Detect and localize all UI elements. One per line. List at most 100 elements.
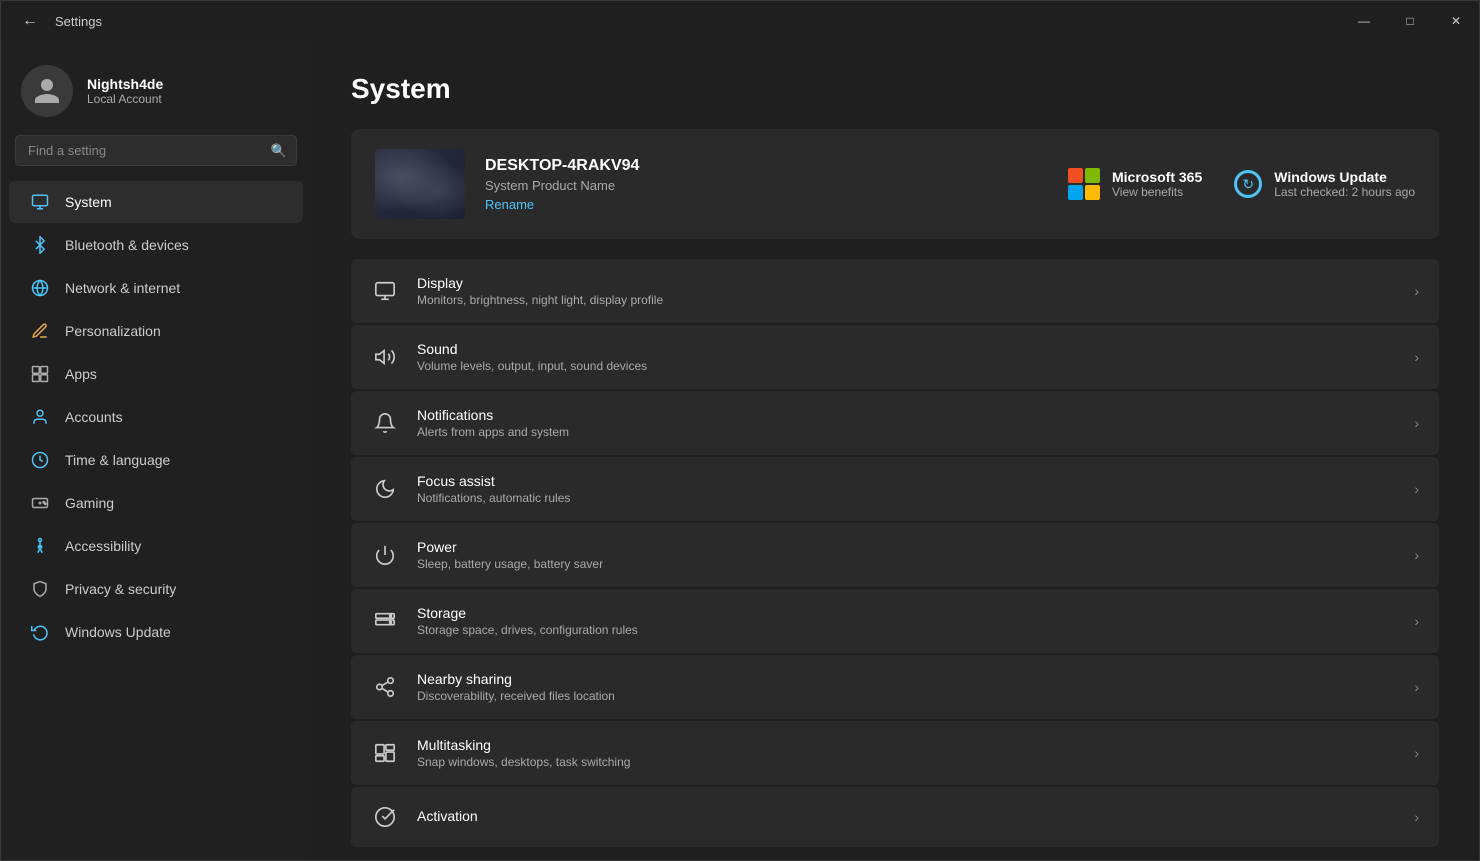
settings-item-activation[interactable]: Activation ›: [351, 787, 1439, 847]
user-name: Nightsh4de: [87, 76, 163, 92]
settings-window: ← Settings — □ ✕ Nightsh4de Local Accoun…: [0, 0, 1480, 861]
nearbysharing-icon: [371, 673, 399, 701]
windowsupdate-action-subtitle: Last checked: 2 hours ago: [1274, 185, 1415, 199]
apps-icon: [29, 363, 51, 385]
sidebar-item-windowsupdate-label: Windows Update: [65, 624, 171, 640]
power-chevron-icon: ›: [1414, 547, 1419, 563]
close-button[interactable]: ✕: [1433, 1, 1479, 41]
activation-title: Activation: [417, 808, 1396, 824]
system-icon: [29, 191, 51, 213]
settings-item-storage[interactable]: Storage Storage space, drives, configura…: [351, 589, 1439, 653]
activation-icon: [371, 803, 399, 831]
user-subtitle: Local Account: [87, 92, 163, 106]
sidebar-item-system[interactable]: System: [9, 181, 303, 223]
settings-item-display[interactable]: Display Monitors, brightness, night ligh…: [351, 259, 1439, 323]
notifications-title: Notifications: [417, 407, 1396, 423]
bluetooth-icon: [29, 234, 51, 256]
settings-item-power[interactable]: Power Sleep, battery usage, battery save…: [351, 523, 1439, 587]
sidebar-item-bluetooth-label: Bluetooth & devices: [65, 237, 189, 253]
focusassist-chevron-icon: ›: [1414, 481, 1419, 497]
network-icon: [29, 277, 51, 299]
settings-item-focusassist[interactable]: Focus assist Notifications, automatic ru…: [351, 457, 1439, 521]
main-content: System DESKTOP-4RAKV94 System Product Na…: [311, 41, 1479, 860]
window-title: Settings: [55, 14, 102, 29]
settings-item-notifications[interactable]: Notifications Alerts from apps and syste…: [351, 391, 1439, 455]
page-title: System: [351, 73, 1439, 105]
sound-desc: Volume levels, output, input, sound devi…: [417, 359, 1396, 373]
display-title: Display: [417, 275, 1396, 291]
display-chevron-icon: ›: [1414, 283, 1419, 299]
settings-item-multitasking[interactable]: Multitasking Snap windows, desktops, tas…: [351, 721, 1439, 785]
device-subtitle: System Product Name: [485, 178, 1048, 193]
device-info: DESKTOP-4RAKV94 System Product Name Rena…: [485, 157, 1048, 212]
multitasking-icon: [371, 739, 399, 767]
minimize-button[interactable]: —: [1341, 1, 1387, 41]
sidebar-item-personalization[interactable]: Personalization: [9, 310, 303, 352]
storage-title: Storage: [417, 605, 1396, 621]
display-text: Display Monitors, brightness, night ligh…: [417, 275, 1396, 307]
focusassist-desc: Notifications, automatic rules: [417, 491, 1396, 505]
personalization-icon: [29, 320, 51, 342]
storage-chevron-icon: ›: [1414, 613, 1419, 629]
sidebar-item-privacy[interactable]: Privacy & security: [9, 568, 303, 610]
user-info: Nightsh4de Local Account: [87, 76, 163, 106]
device-name: DESKTOP-4RAKV94: [485, 157, 1048, 175]
focusassist-icon: [371, 475, 399, 503]
sound-text: Sound Volume levels, output, input, soun…: [417, 341, 1396, 373]
sidebar-item-network[interactable]: Network & internet: [9, 267, 303, 309]
sound-chevron-icon: ›: [1414, 349, 1419, 365]
search-box: 🔍: [15, 135, 297, 166]
microsoft365-action[interactable]: Microsoft 365 View benefits: [1068, 168, 1202, 200]
search-icon: 🔍: [271, 143, 287, 159]
multitasking-desc: Snap windows, desktops, task switching: [417, 755, 1396, 769]
sound-icon: [371, 343, 399, 371]
gaming-icon: [29, 492, 51, 514]
windowsupdate-action-title: Windows Update: [1274, 169, 1415, 185]
sidebar-item-bluetooth[interactable]: Bluetooth & devices: [9, 224, 303, 266]
sidebar-item-accounts-label: Accounts: [65, 409, 123, 425]
multitasking-title: Multitasking: [417, 737, 1396, 753]
titlebar-left: ← Settings: [15, 1, 102, 41]
maximize-button[interactable]: □: [1387, 1, 1433, 41]
sidebar-item-accounts[interactable]: Accounts: [9, 396, 303, 438]
power-desc: Sleep, battery usage, battery saver: [417, 557, 1396, 571]
settings-list: Display Monitors, brightness, night ligh…: [351, 259, 1439, 847]
settings-item-nearbysharing[interactable]: Nearby sharing Discoverability, received…: [351, 655, 1439, 719]
sidebar-item-apps[interactable]: Apps: [9, 353, 303, 395]
nearbysharing-text: Nearby sharing Discoverability, received…: [417, 671, 1396, 703]
back-button[interactable]: ←: [15, 1, 45, 41]
user-section[interactable]: Nightsh4de Local Account: [1, 51, 311, 135]
sidebar-item-time[interactable]: Time & language: [9, 439, 303, 481]
power-title: Power: [417, 539, 1396, 555]
settings-item-sound[interactable]: Sound Volume levels, output, input, soun…: [351, 325, 1439, 389]
sidebar-item-privacy-label: Privacy & security: [65, 581, 176, 597]
device-actions: Microsoft 365 View benefits ↻ Windows Up…: [1068, 168, 1415, 200]
microsoft365-icon: [1068, 168, 1100, 200]
device-image: [375, 149, 465, 219]
activation-text: Activation: [417, 808, 1396, 826]
search-input[interactable]: [15, 135, 297, 166]
sidebar-item-accessibility[interactable]: Accessibility: [9, 525, 303, 567]
display-icon: [371, 277, 399, 305]
windowsupdate-text: Windows Update Last checked: 2 hours ago: [1274, 169, 1415, 199]
sidebar-item-network-label: Network & internet: [65, 280, 180, 296]
window-controls: — □ ✕: [1341, 1, 1479, 41]
sidebar-item-gaming[interactable]: Gaming: [9, 482, 303, 524]
sidebar-item-gaming-label: Gaming: [65, 495, 114, 511]
sidebar-item-windowsupdate[interactable]: Windows Update: [9, 611, 303, 653]
power-text: Power Sleep, battery usage, battery save…: [417, 539, 1396, 571]
notifications-icon: [371, 409, 399, 437]
sidebar-item-time-label: Time & language: [65, 452, 170, 468]
power-icon: [371, 541, 399, 569]
storage-desc: Storage space, drives, configuration rul…: [417, 623, 1396, 637]
nearbysharing-chevron-icon: ›: [1414, 679, 1419, 695]
sidebar-item-accessibility-label: Accessibility: [65, 538, 141, 554]
notifications-text: Notifications Alerts from apps and syste…: [417, 407, 1396, 439]
device-rename-link[interactable]: Rename: [485, 197, 1048, 212]
windowsupdate-action[interactable]: ↻ Windows Update Last checked: 2 hours a…: [1234, 168, 1415, 200]
multitasking-text: Multitasking Snap windows, desktops, tas…: [417, 737, 1396, 769]
time-icon: [29, 449, 51, 471]
storage-text: Storage Storage space, drives, configura…: [417, 605, 1396, 637]
accessibility-icon: [29, 535, 51, 557]
windowsupdate-nav-icon: [29, 621, 51, 643]
